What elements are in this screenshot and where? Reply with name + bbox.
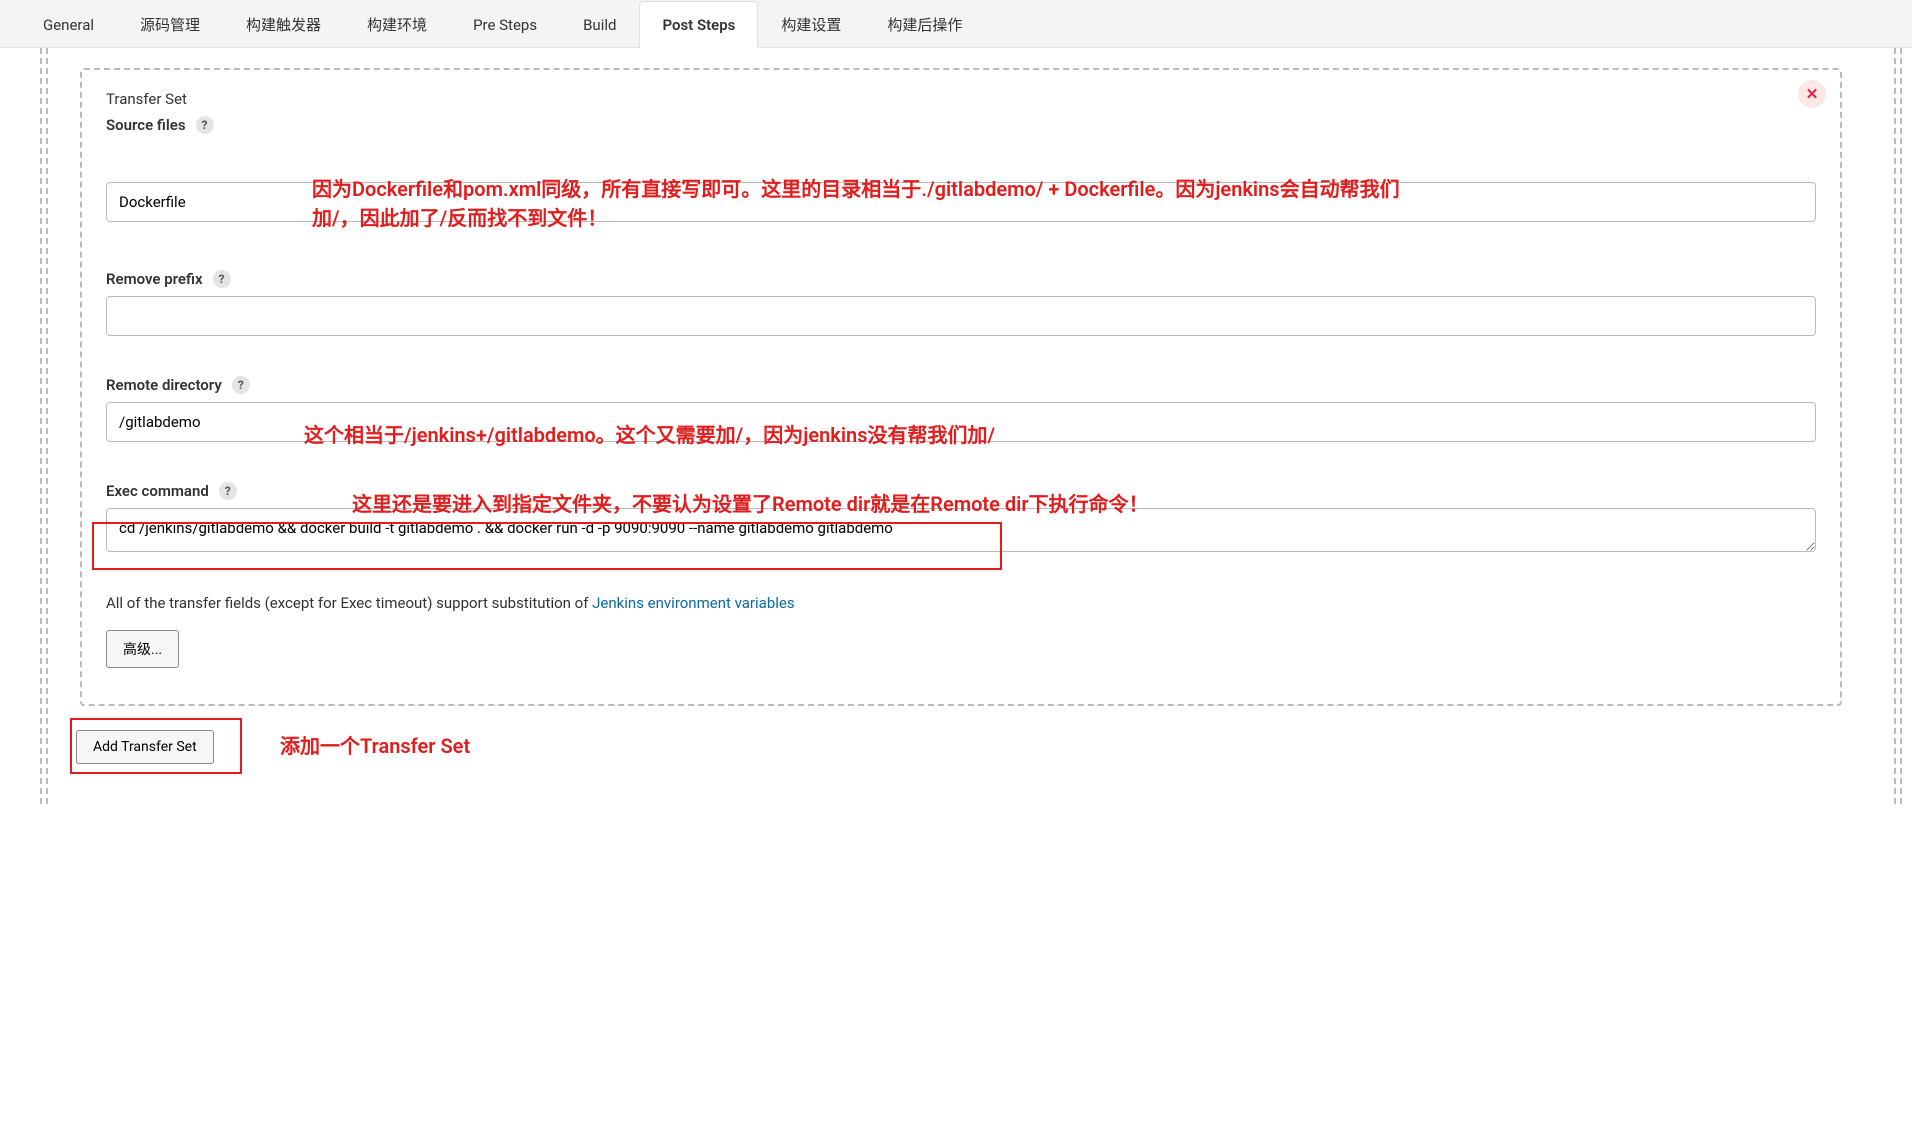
tab-build[interactable]: Build: [560, 1, 639, 48]
annotation-text: 添加一个Transfer Set: [280, 732, 470, 761]
remove-prefix-input[interactable]: [106, 296, 1816, 336]
right-drag-rail: [1894, 48, 1902, 804]
tab-build-settings[interactable]: 构建设置: [758, 1, 864, 48]
tab-build-env[interactable]: 构建环境: [344, 1, 450, 48]
left-drag-rail: [40, 48, 48, 804]
tab-general[interactable]: General: [20, 1, 117, 48]
source-files-label: Source files: [106, 116, 186, 134]
close-icon[interactable]: ✕: [1798, 80, 1826, 108]
transfer-set-container: ✕ Transfer Set Source files ? Remove pre…: [80, 68, 1842, 706]
help-icon[interactable]: ?: [196, 116, 214, 134]
tab-triggers[interactable]: 构建触发器: [223, 1, 344, 48]
tab-post-build[interactable]: 构建后操作: [864, 1, 985, 48]
substitution-note: All of the transfer fields (except for E…: [106, 594, 1816, 612]
remove-prefix-label: Remove prefix: [106, 270, 203, 288]
exec-command-input[interactable]: [106, 508, 1816, 552]
add-transfer-set-button[interactable]: Add Transfer Set: [76, 730, 214, 764]
remote-directory-input[interactable]: [106, 402, 1816, 442]
tab-post-steps[interactable]: Post Steps: [639, 1, 758, 48]
advanced-button[interactable]: 高级...: [106, 630, 179, 668]
exec-command-label: Exec command: [106, 482, 209, 500]
source-files-input[interactable]: [106, 182, 1816, 222]
help-icon[interactable]: ?: [219, 482, 237, 500]
tab-pre-steps[interactable]: Pre Steps: [450, 1, 560, 48]
transfer-set-title: Transfer Set: [106, 90, 1816, 108]
tab-scm[interactable]: 源码管理: [117, 1, 223, 48]
env-vars-link[interactable]: Jenkins environment variables: [592, 594, 794, 612]
remote-directory-label: Remote directory: [106, 376, 222, 394]
help-icon[interactable]: ?: [232, 376, 250, 394]
help-icon[interactable]: ?: [213, 270, 231, 288]
config-tabs: General 源码管理 构建触发器 构建环境 Pre Steps Build …: [0, 0, 1912, 48]
